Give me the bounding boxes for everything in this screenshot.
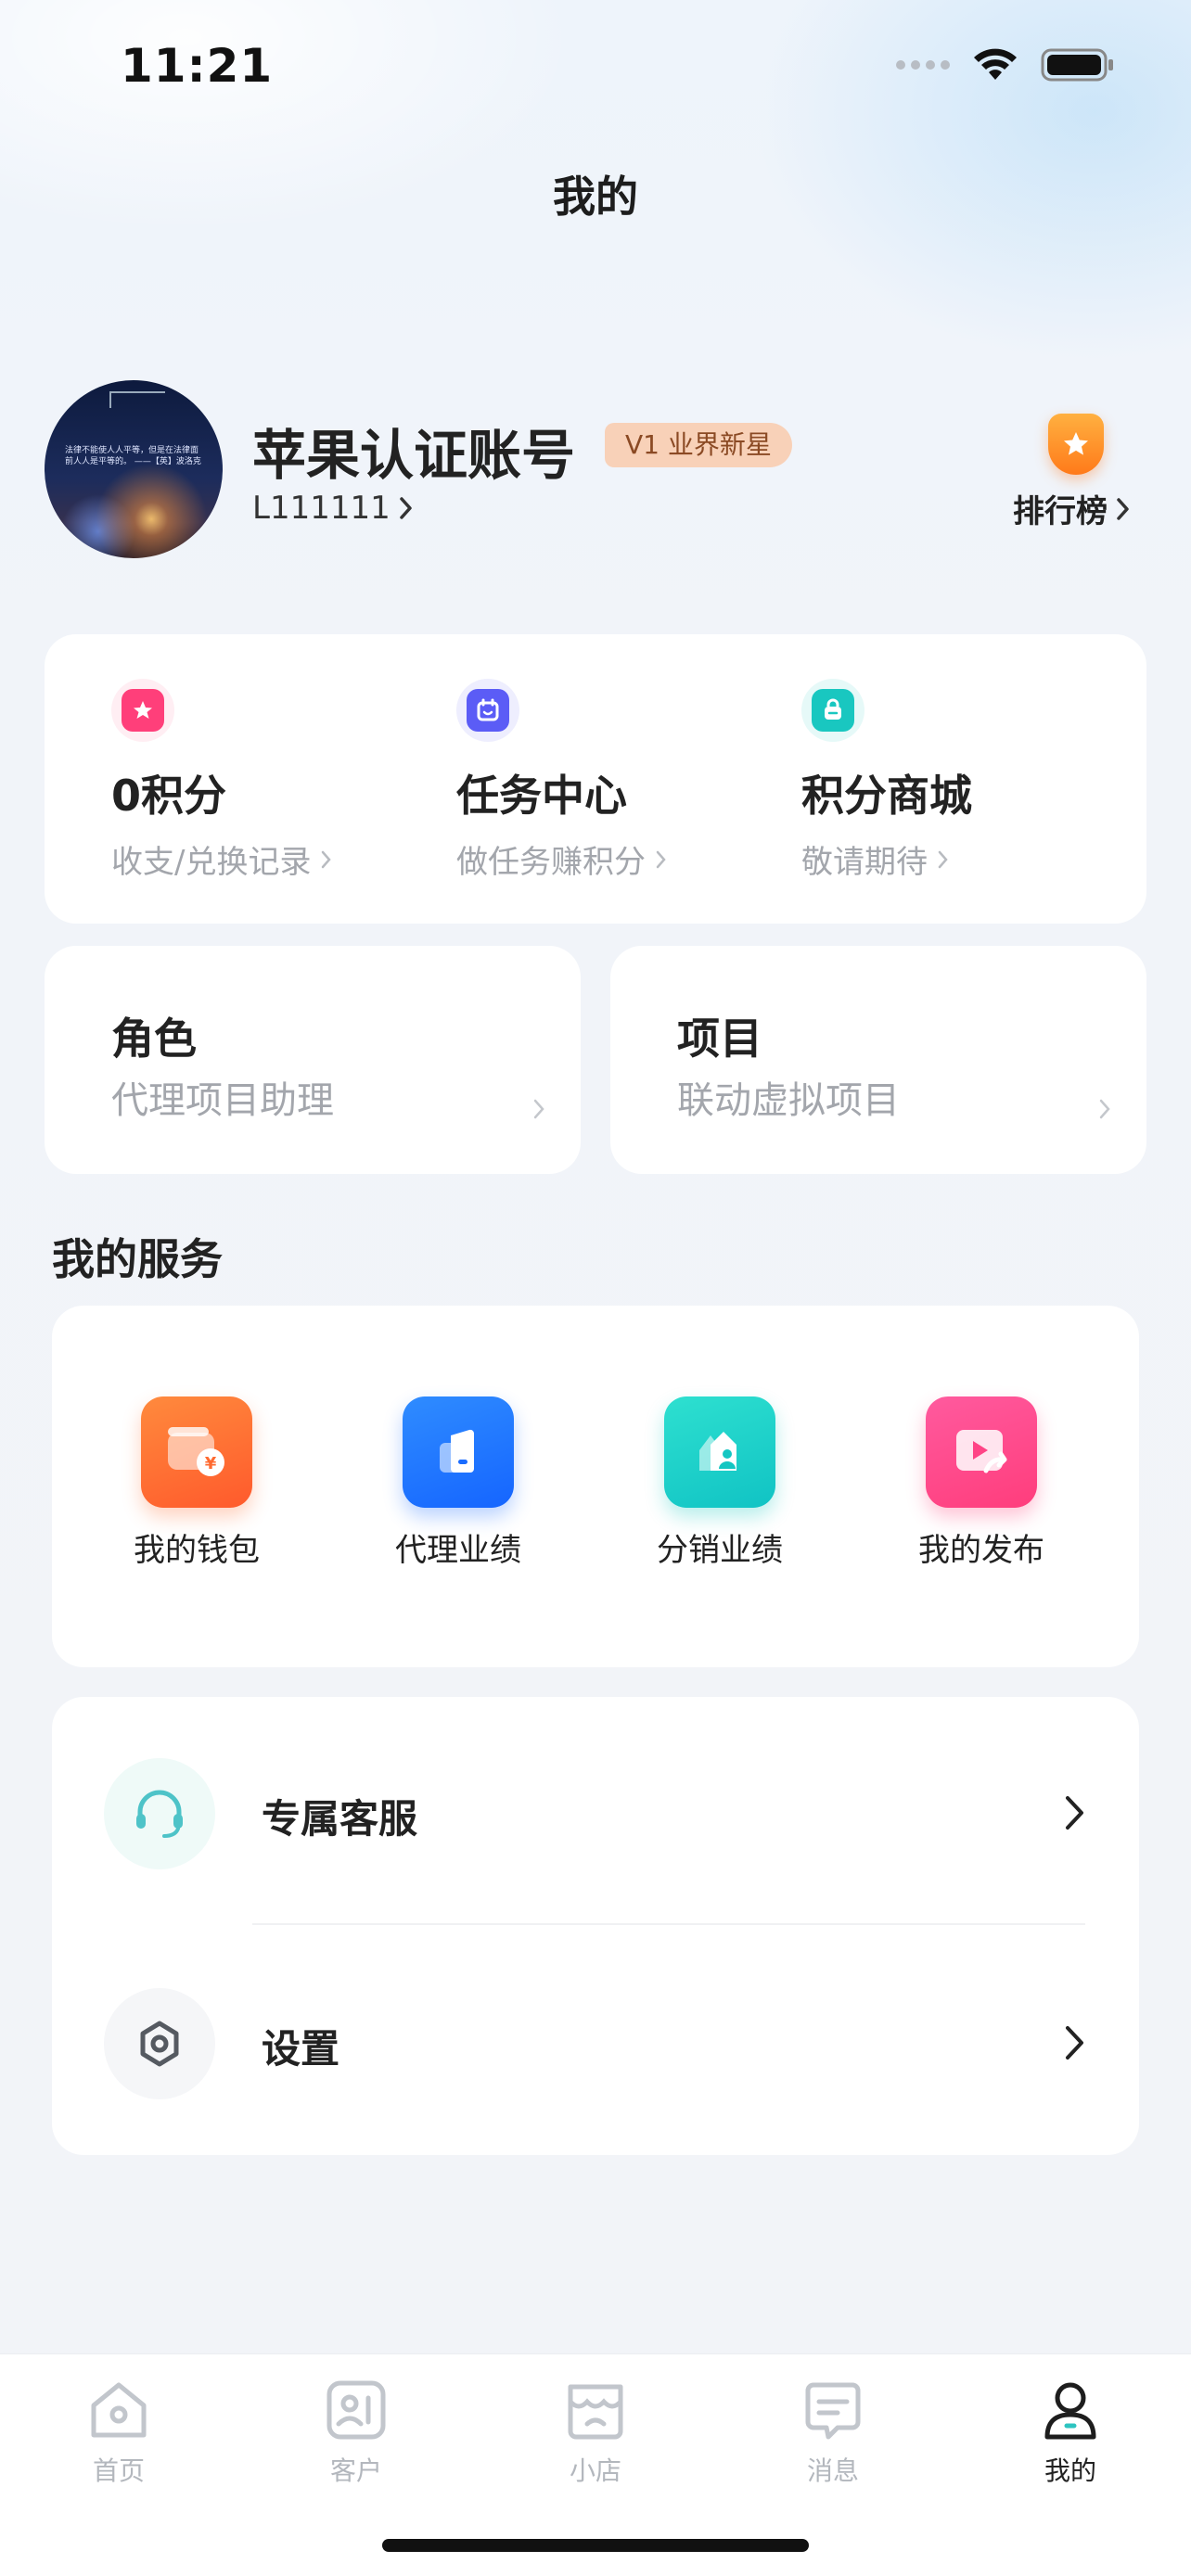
tab-message[interactable]: 消息 (759, 2375, 907, 2488)
service-agent-performance-label: 代理业绩 (395, 1532, 521, 1569)
status-indicators (896, 46, 1115, 83)
points-mall-title: 积分商城 (801, 771, 972, 821)
leaderboard-button[interactable]: 排行榜 (1002, 414, 1150, 534)
task-center-title: 任务中心 (456, 771, 627, 821)
status-time: 11:21 (121, 39, 274, 93)
tab-profile[interactable]: 我的 (996, 2375, 1145, 2488)
rank-shield-icon (1048, 414, 1104, 475)
my-publish-icon (926, 1396, 1037, 1508)
chevron-right-icon (1066, 2026, 1083, 2060)
chevron-right-icon (1117, 497, 1129, 520)
headset-icon (104, 1758, 215, 1869)
settings-label: 设置 (262, 2026, 340, 2072)
profile-id-link[interactable]: L111111 (252, 490, 415, 527)
chevron-right-icon (1099, 1099, 1110, 1119)
profile-id: L111111 (252, 490, 391, 527)
tab-home-label: 首页 (92, 2455, 145, 2486)
customer-service-label: 专属客服 (262, 1796, 418, 1842)
customer-icon (321, 2375, 391, 2445)
cellular-signal-icon (896, 60, 950, 70)
tab-shop-label: 小店 (569, 2455, 621, 2486)
avatar[interactable]: 法律不能使人人平等，但是在法律面前人人是平等的。 ——【英】波洛克 (45, 380, 223, 558)
chevron-right-icon (322, 850, 332, 868)
agent-performance-icon (403, 1396, 514, 1508)
tab-home[interactable]: 首页 (45, 2375, 193, 2488)
wifi-icon (974, 48, 1017, 80)
menu-card: 专属客服 设置 (52, 1697, 1139, 2155)
distribution-performance-icon (664, 1396, 775, 1508)
home-indicator (382, 2539, 809, 2552)
chevron-right-icon (656, 850, 666, 868)
service-wallet[interactable]: ¥ 我的钱包 (104, 1396, 289, 1570)
task-center-subtitle: 做任务赚积分 (456, 836, 772, 882)
shopping-bag-icon (801, 679, 864, 742)
service-my-publish[interactable]: 我的发布 (889, 1396, 1074, 1570)
tab-customer-label: 客户 (329, 2455, 382, 2486)
chevron-right-icon (399, 497, 412, 519)
settings-row[interactable]: 设置 (52, 1927, 1139, 2159)
status-bar: 11:21 (0, 0, 1191, 130)
services-section-title: 我的服务 (52, 1234, 223, 1284)
role-card[interactable]: 角色 代理项目助理 (45, 946, 581, 1174)
project-card-value: 联动虚拟项目 (677, 1079, 900, 1122)
project-card-title: 项目 (677, 1014, 762, 1064)
project-card[interactable]: 项目 联动虚拟项目 (610, 946, 1146, 1174)
service-distribution-performance-label: 分销业绩 (657, 1532, 783, 1569)
task-center-item[interactable]: 任务中心 做任务赚积分 (456, 679, 772, 882)
tab-shop[interactable]: 小店 (521, 2375, 670, 2488)
role-card-value: 代理项目助理 (111, 1079, 334, 1122)
points-balance-subtitle: 收支/兑换记录 (111, 836, 427, 882)
service-agent-performance[interactable]: 代理业绩 (365, 1396, 551, 1570)
menu-divider (252, 1923, 1085, 1925)
profile-name: 苹果认证账号 (252, 424, 576, 487)
tab-message-label: 消息 (806, 2455, 859, 2486)
service-wallet-label: 我的钱包 (134, 1532, 260, 1569)
settings-hexagon-icon (104, 1988, 215, 2099)
leaderboard-label: 排行榜 (1013, 486, 1132, 531)
page-title: 我的 (553, 172, 638, 222)
svg-text:¥: ¥ (205, 1454, 217, 1473)
message-icon (798, 2375, 868, 2445)
service-distribution-performance[interactable]: 分销业绩 (627, 1396, 813, 1570)
points-balance-item[interactable]: 0积分 收支/兑换记录 (111, 679, 427, 882)
chevron-right-icon (533, 1099, 544, 1119)
avatar-caption: 法律不能使人人平等，但是在法律面前人人是平等的。 ——【英】波洛克 (65, 446, 201, 466)
points-balance: 0积分 (111, 771, 227, 821)
points-mall-subtitle: 敬请期待 (801, 836, 1117, 882)
tab-customer[interactable]: 客户 (282, 2375, 430, 2488)
customer-service-row[interactable]: 专属客服 (52, 1697, 1139, 1929)
profile-icon (1035, 2375, 1106, 2445)
star-badge-icon (111, 679, 174, 742)
role-card-title: 角色 (111, 1014, 197, 1064)
battery-icon (1041, 48, 1113, 82)
points-card: 0积分 收支/兑换记录 任务中心 做任务赚积分 积分商城 敬请期待 (45, 634, 1146, 924)
chevron-right-icon (938, 850, 948, 868)
avatar-decoration (109, 391, 165, 408)
services-card: ¥ 我的钱包 代理业绩 分销业绩 我的发布 (52, 1306, 1139, 1667)
level-badge: V1 业界新星 (605, 423, 792, 467)
home-icon (83, 2375, 154, 2445)
points-mall-item[interactable]: 积分商城 敬请期待 (801, 679, 1117, 882)
calendar-task-icon (456, 679, 519, 742)
chevron-right-icon (1066, 1796, 1083, 1830)
shop-icon (560, 2375, 631, 2445)
wallet-icon: ¥ (141, 1396, 252, 1508)
service-my-publish-label: 我的发布 (918, 1532, 1044, 1569)
tab-profile-label: 我的 (1044, 2455, 1096, 2486)
